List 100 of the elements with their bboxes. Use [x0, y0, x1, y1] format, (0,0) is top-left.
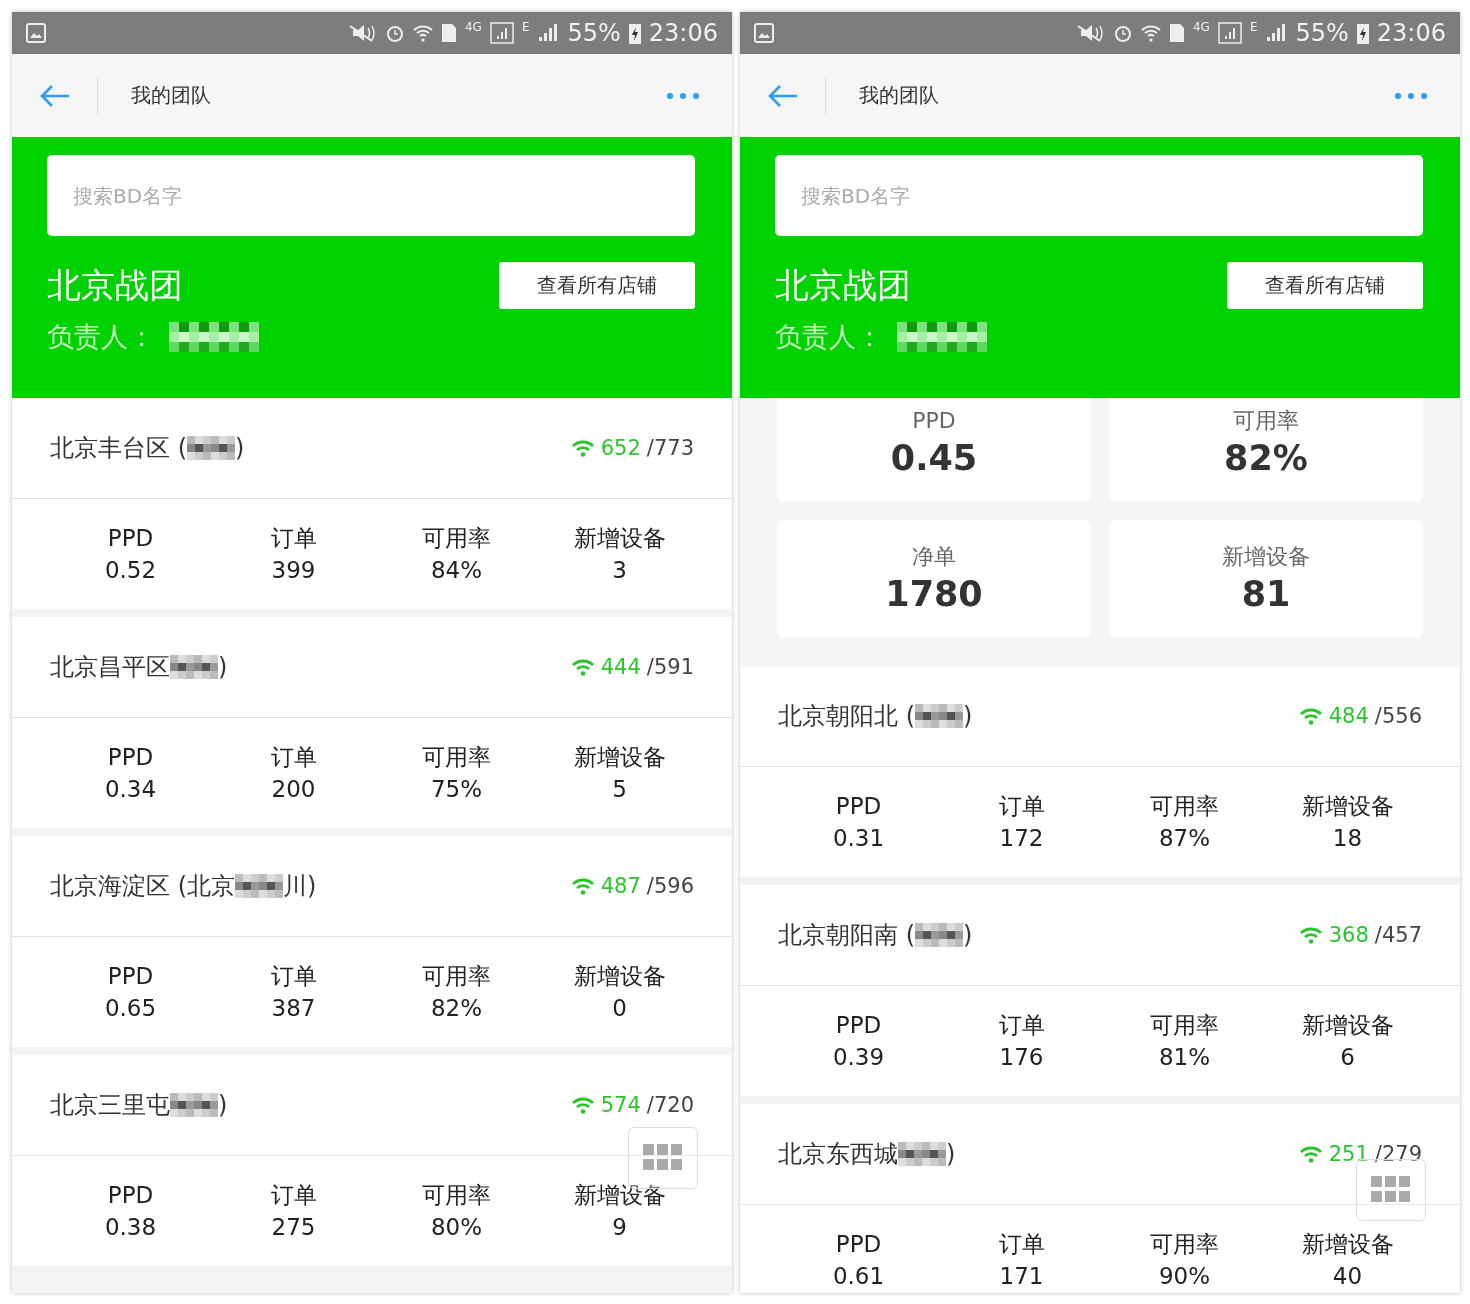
- back-arrow-icon: [766, 83, 799, 108]
- team-name: 川): [283, 871, 317, 902]
- stat-label: PPD: [835, 792, 882, 821]
- view-all-stores-button[interactable]: 查看所有店铺: [1227, 262, 1423, 309]
- online-count: 574: [600, 1093, 641, 1117]
- stat-value: 84%: [430, 556, 483, 585]
- stat-value: 90%: [1158, 1262, 1211, 1291]
- online-count: 251: [1328, 1142, 1369, 1166]
- stat-value: 0.61: [832, 1262, 885, 1291]
- stat-label: 新增设备: [573, 743, 666, 772]
- signal-icon: [1265, 23, 1288, 43]
- stat-label: 新增设备: [1301, 792, 1394, 821]
- online-count: 484: [1328, 704, 1369, 728]
- stat-label: 新增设备: [1301, 1230, 1394, 1259]
- stat-label: PPD: [107, 962, 154, 991]
- stat-value: 0.52: [104, 556, 157, 585]
- team-name: ): [946, 1140, 956, 1168]
- blurred-name-drawing: [915, 704, 963, 728]
- gallery-icon: [754, 23, 774, 43]
- signal-icon: [489, 22, 514, 44]
- summary-label: PPD: [912, 407, 956, 435]
- stat-value: 0.38: [104, 1213, 157, 1242]
- stat-label: 新增设备: [573, 524, 666, 553]
- stat-value: 18: [1332, 824, 1363, 853]
- summary-label: 新增设备: [1222, 543, 1310, 571]
- stat-label: 订单: [998, 792, 1045, 821]
- summary-value: 1780: [885, 573, 983, 616]
- stat-value: 6: [1340, 1043, 1355, 1072]
- grid-icon: [643, 1144, 683, 1172]
- stat-value: 0.34: [104, 775, 157, 804]
- online-count: 487: [600, 874, 641, 898]
- stat-value: 0.31: [832, 824, 885, 853]
- summary-label: 可用率: [1233, 407, 1299, 435]
- wifi-icon: [1298, 926, 1323, 944]
- search-field[interactable]: 搜索BD名字: [775, 155, 1423, 236]
- summary-label: 净单: [912, 543, 956, 571]
- stat-label: 订单: [998, 1230, 1045, 1259]
- stat-label: 可用率: [422, 1181, 491, 1210]
- view-all-stores-button[interactable]: 查看所有店铺: [499, 262, 695, 309]
- team-name: 北京三里屯: [50, 1090, 170, 1121]
- stat-value: 275: [271, 1213, 316, 1242]
- stat-value: 200: [271, 775, 316, 804]
- back-arrow-icon: [38, 83, 71, 108]
- online-count: 652: [600, 436, 641, 460]
- wifi-icon: [570, 439, 595, 457]
- stat-value: 75%: [430, 775, 483, 804]
- battery-percent: 55%: [567, 19, 621, 47]
- team-name: 北京东西城: [778, 1139, 898, 1170]
- online-count: 368: [1328, 923, 1369, 947]
- blurred-name-drawing: [235, 874, 283, 898]
- stat-label: PPD: [107, 743, 154, 772]
- stat-label: 新增设备: [1301, 1011, 1394, 1040]
- team-name: 北京朝阳南 (: [778, 920, 915, 951]
- page-title: 我的团队: [131, 82, 212, 109]
- team-name: 北京昌平区: [50, 652, 170, 683]
- grid-icon: [1371, 1176, 1411, 1204]
- total-count: /556: [1374, 704, 1422, 728]
- summary-value: 81: [1241, 573, 1291, 616]
- wifi-icon: [570, 877, 595, 895]
- team-name: ): [218, 1091, 228, 1119]
- search-field[interactable]: 搜索BD名字: [47, 155, 695, 236]
- stat-label: 可用率: [422, 962, 491, 991]
- team-name: ): [218, 653, 228, 681]
- team-name: 北京朝阳北 (: [778, 701, 915, 732]
- stat-label: 订单: [998, 1011, 1045, 1040]
- manager-label: 负责人：: [775, 320, 883, 354]
- network-type: 4G: [1192, 20, 1210, 34]
- stat-label: PPD: [835, 1011, 882, 1040]
- team-name: ): [963, 702, 973, 730]
- stat-value: 171: [999, 1262, 1044, 1291]
- battery-charging-icon: [628, 22, 641, 44]
- network-type: 4G: [464, 20, 482, 34]
- stat-label: 订单: [270, 1181, 317, 1210]
- wifi-status-icon: [412, 23, 433, 43]
- stat-label: 新增设备: [573, 1181, 666, 1210]
- stat-value: 81%: [1158, 1043, 1211, 1072]
- team-name: 北京战团: [47, 263, 183, 307]
- network-type: E: [521, 20, 530, 34]
- stat-value: 0: [612, 994, 627, 1023]
- wifi-icon: [570, 1096, 595, 1114]
- blurred-name-drawing: [898, 1142, 946, 1166]
- wifi-icon: [1298, 1145, 1323, 1163]
- battery-charging-icon: [1356, 22, 1369, 44]
- status-time: 23:06: [648, 19, 718, 47]
- stat-value: 80%: [430, 1213, 483, 1242]
- stat-label: 新增设备: [573, 962, 666, 991]
- stat-value: 87%: [1158, 824, 1211, 853]
- manager-label: 负责人：: [47, 320, 155, 354]
- battery-percent: 55%: [1295, 19, 1349, 47]
- summary-value: 82%: [1224, 437, 1308, 480]
- alarm-icon: [1112, 23, 1133, 43]
- more-icon: [666, 91, 700, 100]
- online-count: 444: [600, 655, 641, 679]
- stat-label: 订单: [270, 524, 317, 553]
- stat-value: 399: [271, 556, 316, 585]
- blurred-name-drawing: [170, 1093, 218, 1117]
- stat-value: 387: [271, 994, 316, 1023]
- stat-label: 可用率: [422, 524, 491, 553]
- blurred-name-drawing: [187, 436, 235, 460]
- stat-value: 3: [612, 556, 627, 585]
